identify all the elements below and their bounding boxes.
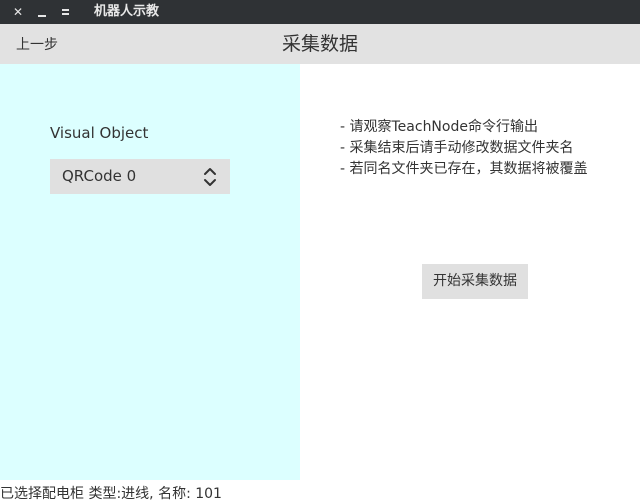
header-bar: 上一步 采集数据 [0,24,640,64]
title-bar: ✕ 机器人示教 [0,0,640,24]
instruction-note: - 若同名文件夹已存在，其数据将被覆盖 [340,161,588,177]
minimize-icon[interactable] [34,4,50,20]
instruction-note: - 采集结束后请手动修改数据文件夹名 [340,140,574,156]
maximize-icon[interactable] [58,4,74,20]
instruction-notes: - 请观察TeachNode命令行输出 - 采集结束后请手动修改数据文件夹名 -… [340,117,588,180]
status-bar: 已选择配电柜 类型:进线, 名称: 101 [0,480,640,504]
collection-panel: - 请观察TeachNode命令行输出 - 采集结束后请手动修改数据文件夹名 -… [300,64,640,480]
instruction-note: - 请观察TeachNode命令行输出 [340,119,538,135]
up-down-chevron-icon [202,166,218,188]
visual-object-select[interactable]: QRCode 0 [50,159,230,194]
visual-object-panel: Visual Object QRCode 0 [0,64,300,480]
close-icon[interactable]: ✕ [10,4,26,20]
visual-object-select-value: QRCode 0 [62,167,137,185]
window-title: 机器人示教 [94,4,160,19]
start-collection-button[interactable]: 开始采集数据 [422,264,528,299]
app-window: ✕ 机器人示教 上一步 采集数据 Visual Object QRCode 0 … [0,0,640,504]
status-text: 已选择配电柜 类型:进线, 名称: 101 [0,486,222,502]
visual-object-label: Visual Object [50,124,149,142]
page-title: 采集数据 [281,33,358,55]
